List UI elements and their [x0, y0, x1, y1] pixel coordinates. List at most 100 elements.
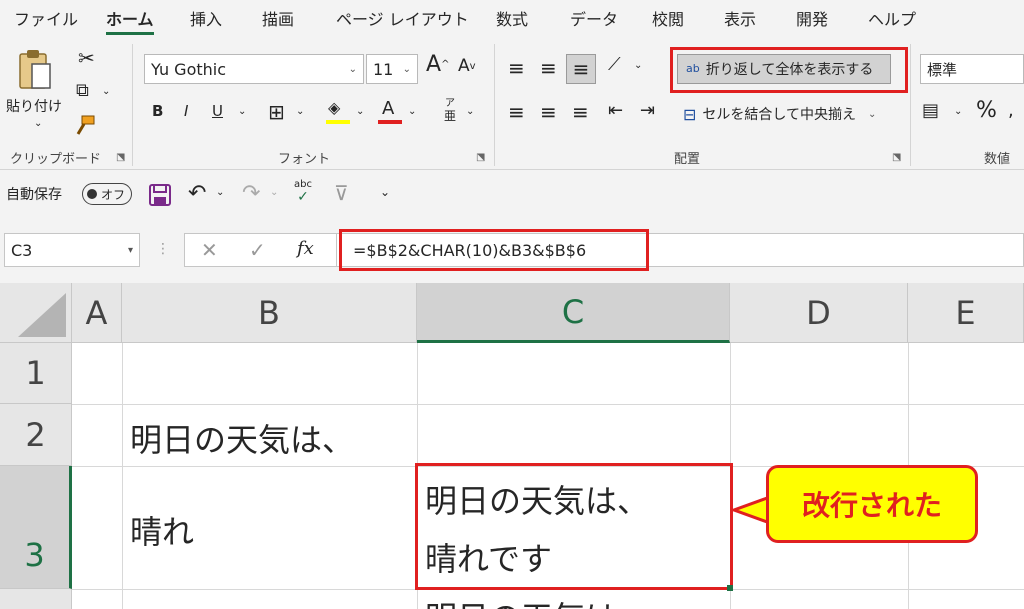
comma-style-icon[interactable]: ,	[1008, 100, 1014, 121]
chevron-down-icon: ⌄	[348, 63, 357, 75]
column-header-c[interactable]: C	[417, 283, 730, 343]
font-color-dropdown-icon[interactable]: ⌄	[408, 106, 416, 117]
cancel-icon[interactable]: ✕	[201, 238, 218, 262]
underline-button[interactable]: U	[212, 102, 223, 120]
alignment-group-label: 配置	[674, 152, 701, 167]
column-header-d[interactable]: D	[730, 283, 908, 343]
column-header-e[interactable]: E	[908, 283, 1024, 343]
active-tab-indicator	[106, 32, 154, 35]
tab-view[interactable]: 表示	[724, 6, 756, 30]
column-header-b[interactable]: B	[122, 283, 417, 343]
font-name-value: Yu Gothic	[151, 59, 227, 79]
paste-icon	[19, 50, 51, 89]
copy-dropdown-icon[interactable]: ⌄	[102, 86, 110, 97]
borders-dropdown-icon[interactable]: ⌄	[296, 106, 304, 117]
currency-icon[interactable]: ▤	[922, 100, 939, 121]
autosave-toggle[interactable]: オフ	[82, 183, 132, 205]
clipboard-group-label: クリップボード	[10, 152, 102, 167]
formula-buttons: ✕ ✓ fx	[184, 233, 338, 267]
italic-button[interactable]: I	[184, 102, 188, 120]
merge-center-button[interactable]: ⊟ セルを結合して中央揃え ⌄	[677, 100, 897, 128]
font-color-icon: A	[382, 98, 395, 119]
cell-c4[interactable]: 明日の天気は、	[425, 593, 649, 609]
name-box-value: C3	[11, 240, 33, 260]
select-all-corner[interactable]	[0, 283, 72, 343]
font-size-select[interactable]: 11 ⌄	[366, 54, 418, 84]
currency-dropdown-icon[interactable]: ⌄	[954, 106, 962, 117]
bold-button[interactable]: B	[152, 102, 163, 120]
borders-icon[interactable]: ⊞	[268, 100, 285, 124]
customize-qat-icon[interactable]: ⌄	[380, 185, 390, 199]
clipboard-launcher-icon[interactable]: ⬔	[116, 152, 125, 163]
tab-file[interactable]: ファイル	[14, 6, 78, 30]
align-top-icon[interactable]: ≡	[508, 56, 525, 80]
cell-b3[interactable]: 晴れ	[130, 507, 194, 553]
row-header-4[interactable]	[0, 589, 72, 609]
tab-developer[interactable]: 開発	[796, 6, 828, 30]
enter-icon[interactable]: ✓	[249, 238, 266, 262]
underline-dropdown-icon[interactable]: ⌄	[238, 106, 246, 117]
name-box[interactable]: C3 ▾	[4, 233, 140, 267]
align-left-icon[interactable]: ≡	[508, 100, 525, 124]
redo-icon[interactable]: ↷	[242, 181, 260, 206]
tab-data[interactable]: データ	[570, 6, 618, 30]
increase-indent-icon[interactable]: ⇥	[640, 100, 655, 121]
percent-button[interactable]: %	[976, 98, 997, 123]
spelling-button[interactable]: abc ✓	[294, 179, 312, 204]
grid-line	[122, 343, 123, 609]
paste-dropdown-icon[interactable]: ⌄	[34, 118, 42, 129]
shrink-font-button[interactable]: Av	[458, 56, 476, 76]
tab-home[interactable]: ホーム	[106, 6, 154, 30]
cell-c3-highlight	[415, 463, 733, 590]
group-separator	[132, 44, 133, 166]
column-header-a[interactable]: A	[72, 283, 122, 343]
cell-b2[interactable]: 明日の天気は、	[130, 415, 354, 461]
tab-help[interactable]: ヘルプ	[868, 6, 916, 30]
grow-font-icon: A	[426, 52, 442, 77]
fill-handle[interactable]	[727, 585, 733, 591]
formula-highlight	[339, 229, 649, 271]
clear-filter-icon[interactable]: ⊽	[334, 181, 349, 205]
undo-dropdown-icon[interactable]: ⌄	[216, 187, 224, 198]
font-size-value: 11	[373, 59, 394, 79]
copy-icon[interactable]: ⧉	[76, 80, 89, 101]
row-header-2[interactable]: 2	[0, 404, 72, 466]
font-name-select[interactable]: Yu Gothic ⌄	[144, 54, 364, 84]
phonetic-button[interactable]: ア 亜	[440, 98, 460, 128]
align-center-icon[interactable]: ≡	[540, 100, 557, 124]
tab-insert[interactable]: 挿入	[190, 6, 222, 30]
phonetic-bottom: 亜	[443, 109, 456, 123]
row-header-1[interactable]: 1	[0, 343, 72, 404]
cut-icon[interactable]: ✂	[78, 46, 95, 70]
font-color-button[interactable]: A	[378, 98, 402, 126]
fill-color-dropdown-icon[interactable]: ⌄	[356, 106, 364, 117]
toggle-state: オフ	[101, 187, 126, 202]
alignment-launcher-icon[interactable]: ⬔	[892, 152, 901, 163]
align-middle-icon[interactable]: ≡	[540, 56, 557, 80]
row-header-3[interactable]: 3	[0, 466, 72, 589]
align-bottom-icon[interactable]: ≡	[566, 54, 596, 84]
format-painter-icon[interactable]	[72, 114, 98, 136]
paste-label: 貼り付け	[6, 99, 62, 115]
tab-formulas[interactable]: 数式	[496, 6, 528, 30]
save-icon[interactable]	[148, 183, 172, 207]
number-format-select[interactable]: 標準	[920, 54, 1024, 84]
tab-page-layout[interactable]: ページ レイアウト	[336, 6, 469, 30]
menu-bar: ファイル ホーム 挿入 描画 ページ レイアウト 数式 データ 校閲 表示 開発…	[0, 0, 1024, 38]
orientation-icon[interactable]: ⟋	[608, 54, 621, 75]
tab-draw[interactable]: 描画	[262, 6, 294, 30]
more-options-icon[interactable]: ⋮	[156, 241, 170, 257]
ribbon: 貼り付け ⌄ ✂ ⧉ ⌄ クリップボード ⬔ Yu Gothic ⌄ 11 ⌄ …	[0, 38, 1024, 170]
merge-label: セルを結合して中央揃え	[702, 107, 856, 123]
fill-color-button[interactable]: ◈	[326, 98, 350, 126]
phonetic-dropdown-icon[interactable]: ⌄	[466, 106, 474, 117]
undo-icon[interactable]: ↶	[188, 181, 206, 206]
orientation-dropdown-icon[interactable]: ⌄	[634, 60, 642, 71]
grow-font-button[interactable]: A ^	[426, 52, 449, 77]
font-launcher-icon[interactable]: ⬔	[476, 152, 485, 163]
align-right-icon[interactable]: ≡	[572, 100, 589, 124]
tab-review[interactable]: 校閲	[652, 6, 684, 30]
redo-dropdown-icon[interactable]: ⌄	[270, 187, 278, 198]
insert-function-button[interactable]: fx	[297, 238, 314, 259]
decrease-indent-icon[interactable]: ⇤	[608, 100, 623, 121]
